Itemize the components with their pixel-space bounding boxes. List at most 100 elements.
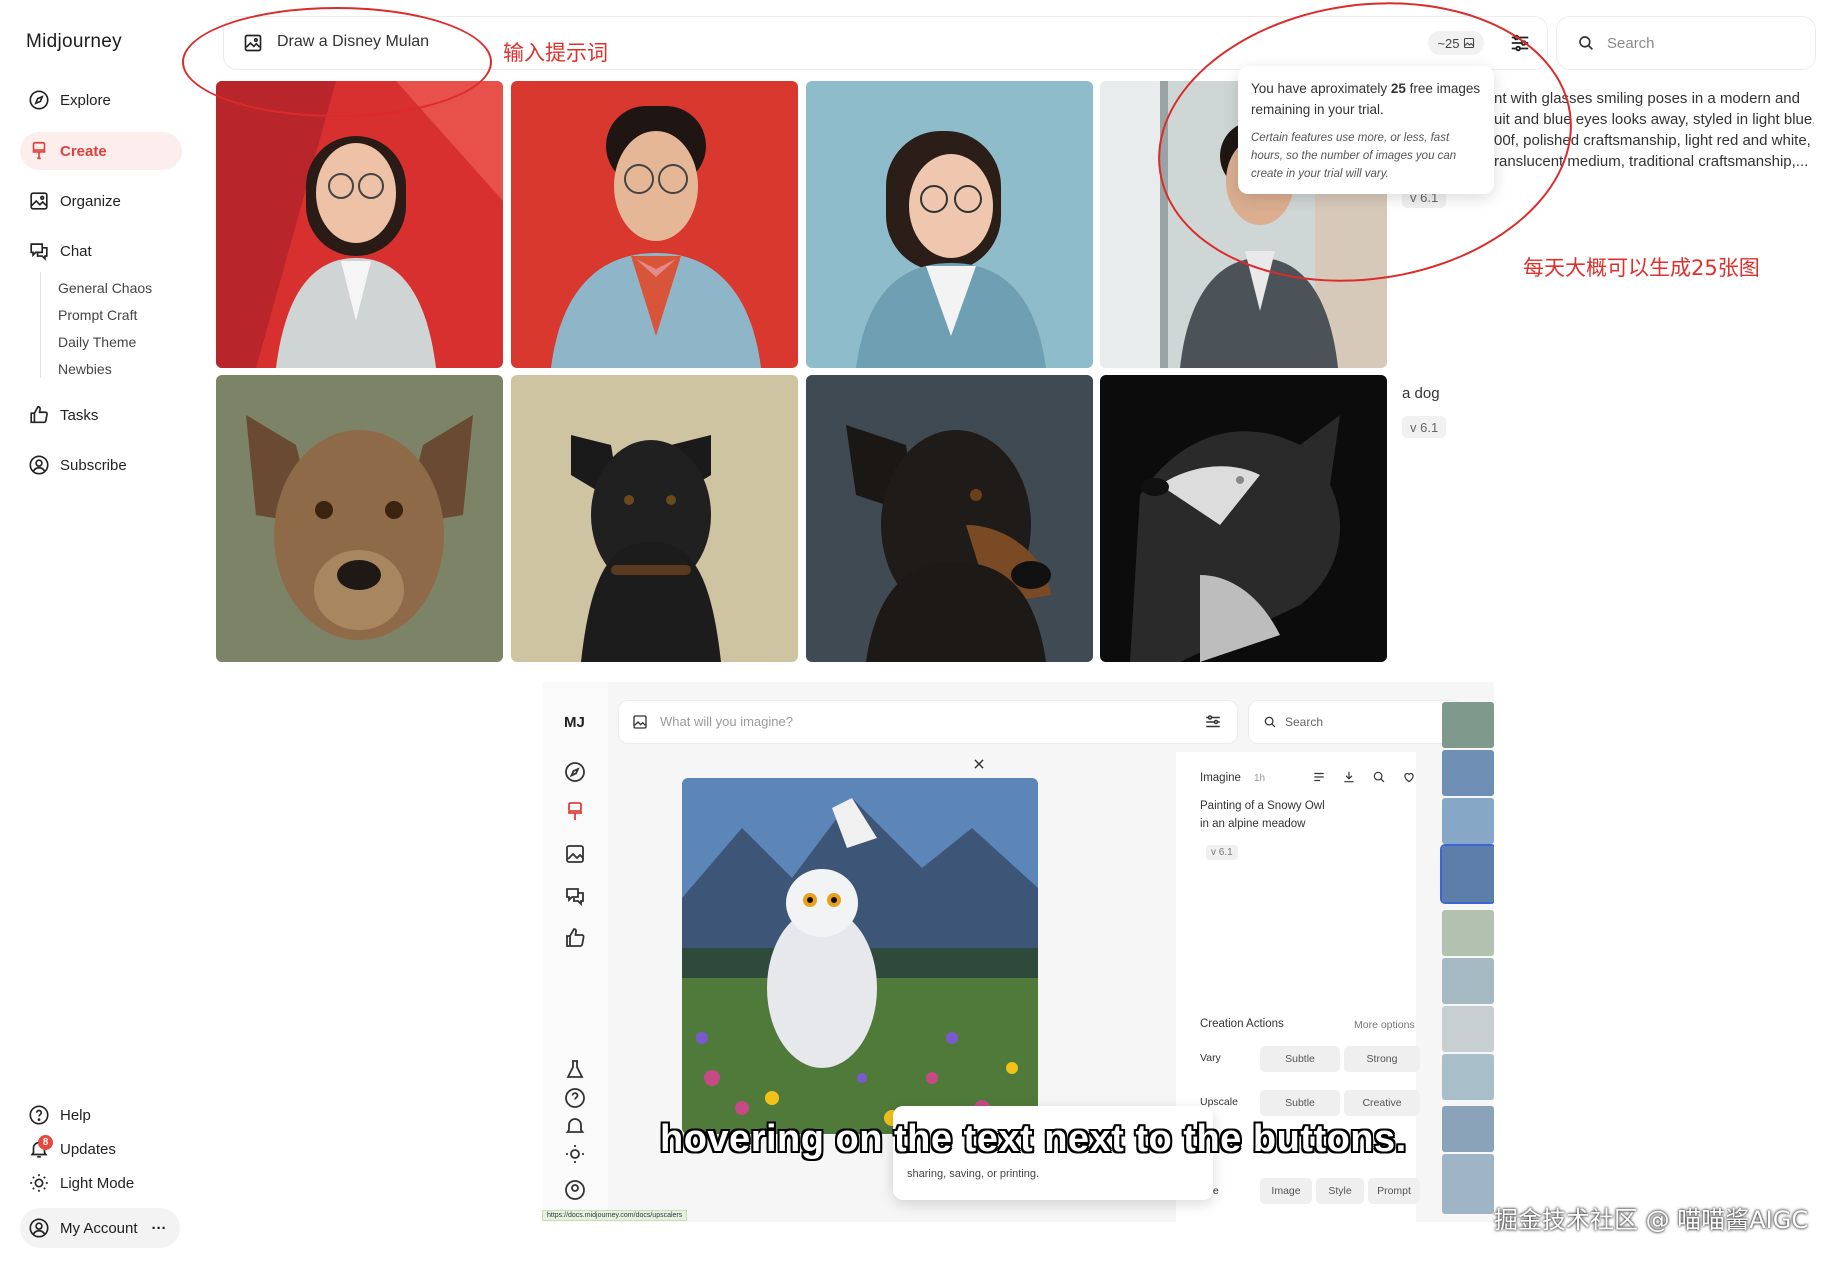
search-icon: [1264, 716, 1276, 728]
user-circle-icon: [29, 1218, 49, 1238]
image-icon: [633, 715, 647, 729]
bell-icon[interactable]: [563, 1114, 587, 1138]
channel-newbies[interactable]: Newbies: [58, 361, 112, 377]
thumbnail[interactable]: [1442, 958, 1494, 1004]
brush-icon: [32, 141, 46, 160]
close-icon[interactable]: [972, 757, 986, 771]
sun-icon[interactable]: [563, 1142, 587, 1166]
vary-label: Vary: [1200, 1052, 1221, 1064]
help-icon[interactable]: [563, 1086, 587, 1110]
use-style-button[interactable]: Style: [1316, 1178, 1364, 1204]
channel-divider: [40, 272, 41, 378]
sidebar-item-tasks[interactable]: Tasks: [20, 396, 182, 434]
sidebar-item-label: Create: [60, 142, 107, 160]
more-options-icon[interactable]: ···: [152, 1220, 167, 1237]
status-url: https://docs.midjourney.com/docs/upscale…: [542, 1210, 688, 1221]
account-label: My Account: [60, 1219, 138, 1237]
video-caption: hovering on the text next to the buttons…: [660, 1118, 1407, 1160]
thumbs-up-icon: [30, 405, 48, 424]
video-prompt-placeholder: What will you imagine?: [660, 714, 793, 729]
brush-icon[interactable]: [563, 800, 587, 824]
thumbs-up-icon[interactable]: [563, 926, 587, 950]
user-circle-icon: [29, 455, 49, 475]
search-icon[interactable]: [1372, 770, 1386, 784]
job-age: 1h: [1254, 773, 1266, 784]
generated-image-3[interactable]: [806, 81, 1093, 368]
channel-daily-theme[interactable]: Daily Theme: [58, 334, 136, 350]
help-icon: [29, 1105, 49, 1125]
sidebar-item-label: Help: [60, 1106, 91, 1124]
download-icon[interactable]: [1342, 770, 1356, 784]
list-icon[interactable]: [1312, 770, 1326, 784]
creation-actions-heading: Creation Actions: [1200, 1018, 1284, 1030]
thumbnail[interactable]: [1442, 1054, 1494, 1100]
settings-sliders-icon[interactable]: [1204, 713, 1222, 731]
watermark: 掘金技术社区 @ 喵喵酱AIGC: [1494, 1206, 1809, 1234]
job-prompt[interactable]: a dog: [1402, 385, 1440, 402]
thumbnail[interactable]: [1442, 1154, 1494, 1214]
thumbnail[interactable]: [1442, 798, 1494, 844]
sidebar-item-chat[interactable]: Chat: [20, 232, 182, 270]
sidebar-item-label: Explore: [60, 91, 111, 109]
sidebar-item-create[interactable]: Create: [20, 132, 182, 170]
image-icon[interactable]: [563, 842, 587, 866]
image-icon: [30, 192, 48, 210]
sun-icon: [30, 1174, 48, 1192]
sidebar-item-label: Organize: [60, 192, 121, 210]
thumbnail[interactable]: [1442, 910, 1494, 956]
upscale-subtle-button[interactable]: Subtle: [1260, 1090, 1340, 1116]
use-prompt-button[interactable]: Prompt: [1368, 1178, 1420, 1204]
upscale-creative-button[interactable]: Creative: [1344, 1090, 1420, 1116]
sidebar-item-help[interactable]: Help: [20, 1096, 182, 1134]
job-type: Imagine: [1200, 772, 1241, 784]
heart-icon[interactable]: [1402, 770, 1416, 784]
generated-image-6[interactable]: [511, 375, 798, 662]
snowy-owl-image[interactable]: [682, 778, 1038, 1134]
more-options-link[interactable]: More options: [1354, 1019, 1415, 1031]
sidebar-item-label: Chat: [60, 242, 92, 260]
my-account-button[interactable]: My Account ···: [20, 1208, 180, 1248]
generated-image-5[interactable]: [216, 375, 503, 662]
vary-subtle-button[interactable]: Subtle: [1260, 1046, 1340, 1072]
video-logo[interactable]: MJ: [564, 714, 585, 731]
app-logo[interactable]: Midjourney: [26, 31, 122, 53]
detail-prompt-line: Painting of a Snowy Owl: [1200, 800, 1325, 812]
annotation-quota-note: 每天大概可以生成25张图: [1523, 256, 1760, 280]
search-icon: [1579, 36, 1593, 50]
channel-general-chaos[interactable]: General Chaos: [58, 280, 152, 296]
generated-image-1[interactable]: [216, 81, 503, 368]
tooltip-text: sharing, saving, or printing.: [907, 1168, 1040, 1180]
lab-flask-icon[interactable]: [563, 1058, 587, 1082]
sidebar-item-label: Light Mode: [60, 1174, 135, 1192]
sidebar-item-explore[interactable]: Explore: [20, 81, 182, 119]
channel-prompt-craft[interactable]: Prompt Craft: [58, 307, 137, 323]
use-image-button[interactable]: Image: [1260, 1178, 1312, 1204]
sidebar-item-subscribe[interactable]: Subscribe: [20, 446, 182, 484]
generated-image-8[interactable]: [1100, 375, 1387, 662]
chat-icon: [30, 243, 48, 261]
vary-strong-button[interactable]: Strong: [1344, 1046, 1420, 1072]
user-circle-icon[interactable]: [563, 1178, 587, 1202]
version-badge[interactable]: v 6.1: [1206, 845, 1238, 860]
video-search-placeholder: Search: [1285, 715, 1324, 729]
sidebar-item-organize[interactable]: Organize: [20, 182, 182, 220]
video-search-input[interactable]: Search: [1248, 700, 1462, 744]
sidebar-item-label: Tasks: [60, 406, 99, 424]
updates-badge: 8: [38, 1135, 53, 1150]
generated-image-7[interactable]: [806, 375, 1093, 662]
thumbnail[interactable]: [1442, 1106, 1494, 1152]
generated-image-2[interactable]: [511, 81, 798, 368]
thumbnail[interactable]: [1442, 702, 1494, 748]
version-badge[interactable]: v 6.1: [1402, 416, 1447, 438]
sidebar-item-light-mode[interactable]: Light Mode: [20, 1164, 182, 1202]
annotation-prompt-note: 输入提示词: [503, 41, 608, 65]
sidebar-item-label: Subscribe: [60, 456, 127, 474]
chat-icon[interactable]: [563, 884, 587, 908]
detail-prompt-line: in an alpine meadow: [1200, 818, 1306, 830]
thumbnail-selected[interactable]: [1440, 844, 1494, 904]
thumbnail[interactable]: [1442, 750, 1494, 796]
compass-icon[interactable]: [563, 760, 587, 784]
search-input[interactable]: Search: [1556, 16, 1816, 70]
annotation-circle-prompt: [182, 7, 492, 117]
thumbnail[interactable]: [1442, 1006, 1494, 1052]
